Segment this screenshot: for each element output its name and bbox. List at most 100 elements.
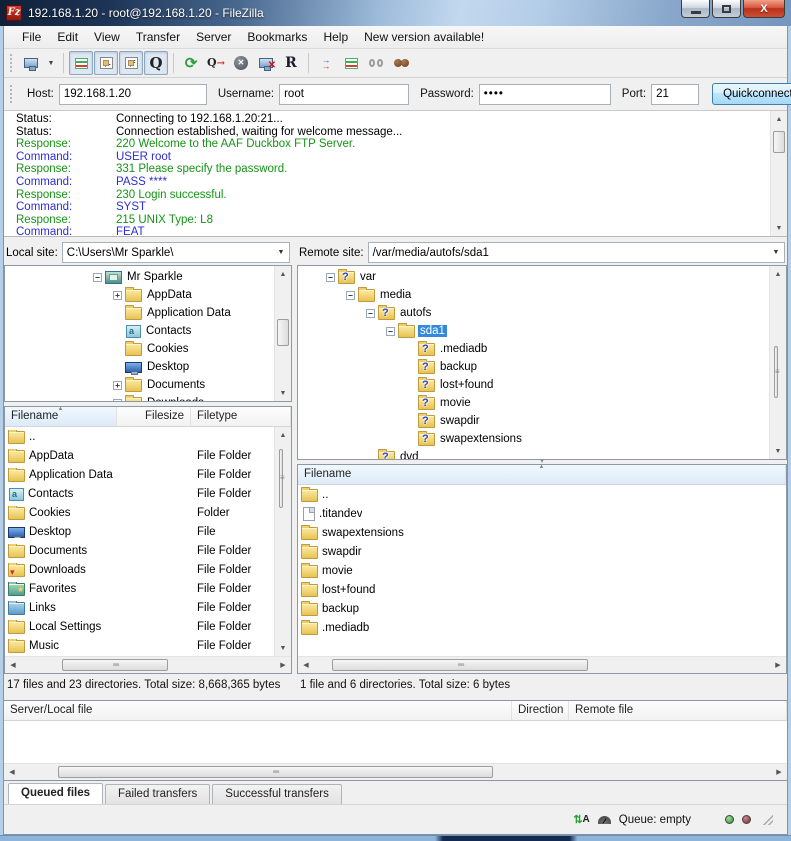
tree-expander[interactable] [366, 309, 375, 318]
queue-tab[interactable]: Failed transfers [105, 784, 210, 804]
quickbar-grip[interactable] [10, 85, 12, 103]
file-row[interactable]: AppData File Folder [5, 446, 274, 465]
scroll-right-icon[interactable]: ▶ [771, 764, 787, 780]
file-row[interactable]: backup [298, 599, 786, 618]
scroll-up-icon[interactable]: ▲ [771, 111, 787, 127]
file-row[interactable]: Contacts File Folder [5, 484, 274, 503]
scroll-up-icon[interactable]: ▲ [770, 266, 786, 282]
close-button[interactable]: X [743, 0, 785, 18]
tree-expander[interactable] [113, 381, 122, 390]
scroll-left-icon[interactable]: ◀ [5, 657, 21, 673]
queue-hscrollbar[interactable]: ◀ ▶ [4, 763, 787, 780]
menu-item[interactable]: New version available! [356, 28, 492, 46]
tree-item[interactable]: Application Data [5, 304, 274, 322]
scroll-down-icon[interactable]: ▼ [771, 220, 787, 236]
file-row[interactable]: movie [298, 561, 786, 580]
tree-item[interactable]: Desktop [5, 358, 274, 376]
scroll-right-icon[interactable]: ▶ [770, 657, 786, 673]
tree-item[interactable]: Downloads [5, 394, 274, 401]
tree-item[interactable]: Cookies [5, 340, 274, 358]
file-row[interactable]: .. [5, 427, 274, 446]
file-row[interactable]: .. [298, 485, 786, 504]
tree-item[interactable]: .mediadb [298, 340, 769, 358]
remote-tree-scrollbar[interactable]: ▲ ▼ [769, 266, 786, 459]
local-site-combobox[interactable]: C:\Users\Mr Sparkle\ ▼ [62, 242, 290, 263]
tree-item[interactable]: autofs [298, 304, 769, 322]
file-row[interactable]: Application Data File Folder [5, 465, 274, 484]
scroll-down-icon[interactable]: ▼ [275, 640, 291, 656]
file-row[interactable]: Documents File Folder [5, 541, 274, 560]
refresh-button[interactable]: ⟳ [179, 51, 203, 75]
column-header-direction[interactable]: Direction [512, 701, 569, 720]
local-list-hscrollbar[interactable]: ◀ ▶ [5, 656, 291, 673]
tree-expander[interactable] [113, 399, 122, 402]
file-row[interactable]: lost+found [298, 580, 786, 599]
tree-expander[interactable] [113, 291, 122, 300]
file-row[interactable]: Links File Folder [5, 598, 274, 617]
minimize-button[interactable] [681, 0, 710, 18]
filelist-filter-button[interactable] [339, 51, 363, 75]
password-input[interactable] [479, 84, 611, 105]
local-list-scrollbar[interactable]: ▲ ▼ [274, 427, 291, 656]
remote-list-hscrollbar[interactable]: ◀ ▶ [298, 656, 786, 673]
tree-item[interactable]: Mr Sparkle [5, 268, 274, 286]
tree-item[interactable]: Contacts [5, 322, 274, 340]
menu-item[interactable]: Server [188, 28, 239, 46]
port-input[interactable] [651, 84, 699, 105]
find-files-button[interactable] [389, 51, 413, 75]
resize-grip[interactable] [763, 815, 773, 825]
menu-item[interactable]: Transfer [128, 28, 188, 46]
tree-item[interactable]: swapdir [298, 412, 769, 430]
tree-item[interactable]: dvd [298, 448, 769, 459]
file-row[interactable]: Local Settings File Folder [5, 617, 274, 636]
toggle-local-tree-button[interactable]: L [94, 51, 118, 75]
column-header-filename[interactable]: Filename [298, 465, 786, 484]
column-header-server-local-file[interactable]: Server/Local file [4, 701, 512, 720]
reconnect-button[interactable]: R [279, 51, 303, 75]
scroll-right-icon[interactable]: ▶ [275, 657, 291, 673]
queue-tab[interactable]: Successful transfers [212, 784, 342, 804]
file-row[interactable]: Desktop File [5, 522, 274, 541]
maximize-button[interactable] [712, 0, 741, 18]
tree-item[interactable]: backup [298, 358, 769, 376]
toggle-queue-button[interactable]: Q [144, 51, 168, 75]
site-manager-button[interactable] [19, 51, 43, 75]
menu-item[interactable]: View [86, 28, 128, 46]
file-row[interactable]: swapdir [298, 542, 786, 561]
synchronized-browsing-button[interactable] [364, 51, 388, 75]
log-scrollbar[interactable]: ▲ ▼ [770, 111, 787, 236]
tree-item[interactable]: media [298, 286, 769, 304]
menu-item[interactable]: Help [315, 28, 356, 46]
scroll-down-icon[interactable]: ▼ [275, 385, 291, 401]
tree-item[interactable]: swapextensions [298, 430, 769, 448]
file-row[interactable]: Music File Folder [5, 636, 274, 655]
file-row[interactable]: Cookies Folder [5, 503, 274, 522]
scroll-down-icon[interactable]: ▼ [770, 443, 786, 459]
tree-expander[interactable] [93, 273, 102, 282]
quickconnect-button[interactable]: Quickconnect [712, 83, 791, 105]
column-header-remote-file[interactable]: Remote file [569, 701, 787, 720]
tree-expander[interactable] [386, 327, 395, 336]
toolbar-grip[interactable] [10, 54, 14, 72]
toggle-remote-tree-button[interactable]: F [119, 51, 143, 75]
tree-item[interactable]: AppData [5, 286, 274, 304]
speed-limits-icon[interactable] [598, 816, 611, 824]
file-row[interactable]: swapextensions [298, 523, 786, 542]
menu-item[interactable]: Bookmarks [239, 28, 315, 46]
scroll-left-icon[interactable]: ◀ [4, 764, 20, 780]
file-row[interactable]: Downloads File Folder [5, 560, 274, 579]
directory-comparison-button[interactable]: →→ [314, 51, 338, 75]
tree-item[interactable]: sda1 [298, 322, 769, 340]
tree-item[interactable]: Documents [5, 376, 274, 394]
title-bar[interactable]: Fz 192.168.1.20 - root@192.168.1.20 - Fi… [0, 0, 791, 26]
toggle-message-log-button[interactable] [69, 51, 93, 75]
menu-item[interactable]: Edit [49, 28, 86, 46]
tree-expander[interactable] [346, 291, 355, 300]
host-input[interactable] [59, 84, 207, 105]
remote-site-combobox[interactable]: /var/media/autofs/sda1 ▼ [368, 242, 785, 263]
site-manager-dropdown[interactable]: ▼ [44, 51, 58, 75]
disconnect-button[interactable]: ✕ [254, 51, 278, 75]
transfer-type-icon[interactable]: ⇅A [573, 813, 589, 826]
tree-item[interactable]: lost+found [298, 376, 769, 394]
tree-item[interactable]: var [298, 268, 769, 286]
